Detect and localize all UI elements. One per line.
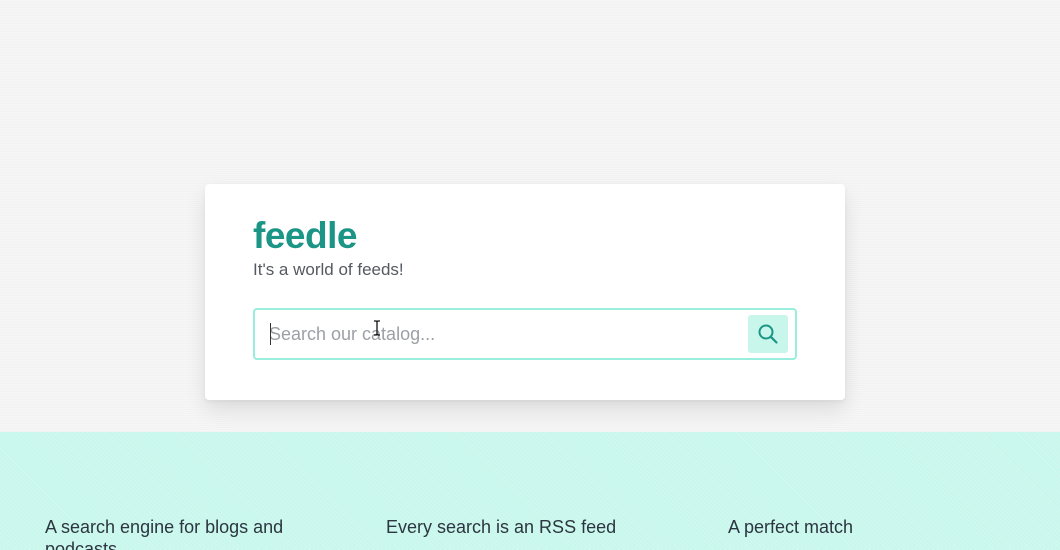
feature-title-search-engine: A search engine for blogs and podcasts <box>45 517 284 550</box>
feature-title-perfect-match: A perfect match <box>728 517 854 537</box>
search-bar <box>253 308 797 360</box>
features-section: A search engine for blogs and podcasts E… <box>0 432 1060 550</box>
tagline: It's a world of feeds! <box>253 260 404 279</box>
search-icon <box>758 324 778 344</box>
search-button[interactable] <box>748 315 788 353</box>
ibeam-cursor-icon <box>374 320 380 336</box>
search-input[interactable] <box>269 310 739 358</box>
search-card: feedle It's a world of feeds! <box>205 184 845 400</box>
feature-title-rss-feed: Every search is an RSS feed <box>386 517 617 537</box>
brand-logo[interactable]: feedle <box>253 214 357 258</box>
text-caret <box>270 323 271 345</box>
